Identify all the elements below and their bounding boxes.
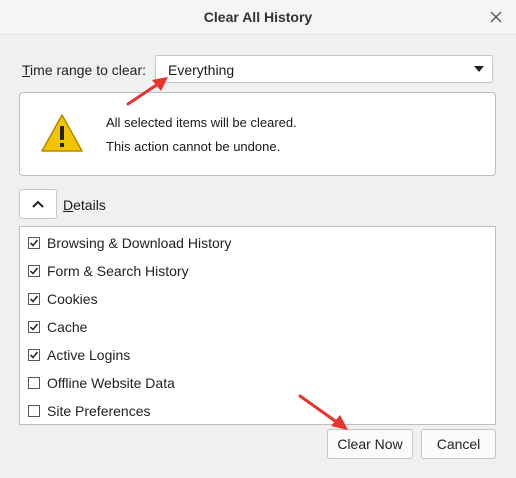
chevron-down-icon <box>474 66 484 72</box>
close-icon <box>490 11 502 23</box>
checkbox-cache[interactable]: Cache <box>28 317 87 337</box>
time-range-value: Everything <box>168 62 235 78</box>
checkbox-label: Offline Website Data <box>47 375 175 391</box>
details-label-text: etails <box>73 197 106 213</box>
cancel-button[interactable]: Cancel <box>421 429 496 459</box>
checkbox-label: Active Logins <box>47 347 131 363</box>
checkbox-box[interactable] <box>28 237 40 249</box>
time-range-label-text: ime range to clear: <box>30 62 146 78</box>
checkbox-box[interactable] <box>28 293 40 305</box>
checkbox-offline-website-data[interactable]: Offline Website Data <box>28 373 175 393</box>
dialog-title: Clear All History <box>203 9 313 25</box>
checkmark-icon <box>29 295 39 303</box>
title-bar: Clear All History <box>0 0 516 35</box>
warning-box: All selected items will be cleared. This… <box>19 92 496 176</box>
checkmark-icon <box>29 267 39 275</box>
history-items-list: Browsing & Download History Form & Searc… <box>19 226 496 425</box>
checkbox-site-preferences[interactable]: Site Preferences <box>28 401 151 421</box>
details-label: Details <box>63 197 106 213</box>
warning-undo-message: This action cannot be undone. <box>106 139 281 154</box>
checkbox-label: Browsing & Download History <box>47 235 232 251</box>
checkmark-icon <box>29 239 39 247</box>
details-toggle-button[interactable] <box>19 189 57 219</box>
checkbox-box[interactable] <box>28 377 40 389</box>
close-button[interactable] <box>484 5 508 29</box>
checkmark-icon <box>29 351 39 359</box>
clear-now-button[interactable]: Clear Now <box>327 429 413 459</box>
checkbox-box[interactable] <box>28 321 40 333</box>
details-label-accesskey: D <box>63 197 74 213</box>
checkbox-active-logins[interactable]: Active Logins <box>28 345 130 365</box>
checkbox-form-search-history[interactable]: Form & Search History <box>28 261 189 281</box>
time-range-select[interactable]: Everything <box>155 55 493 83</box>
checkbox-browsing-download-history[interactable]: Browsing & Download History <box>28 233 231 253</box>
time-range-label-accesskey: T <box>22 62 31 78</box>
warning-message: All selected items will be cleared. <box>106 115 297 130</box>
checkbox-label: Site Preferences <box>47 403 151 419</box>
warning-icon <box>41 114 83 152</box>
checkbox-label: Form & Search History <box>47 263 189 279</box>
checkbox-box[interactable] <box>28 265 40 277</box>
checkbox-box[interactable] <box>28 405 40 417</box>
chevron-up-icon <box>32 200 44 208</box>
checkbox-label: Cookies <box>47 291 98 307</box>
checkbox-cookies[interactable]: Cookies <box>28 289 98 309</box>
time-range-label: Time range to clear: <box>22 62 146 78</box>
checkbox-label: Cache <box>47 319 88 335</box>
checkbox-box[interactable] <box>28 349 40 361</box>
checkmark-icon <box>29 323 39 331</box>
